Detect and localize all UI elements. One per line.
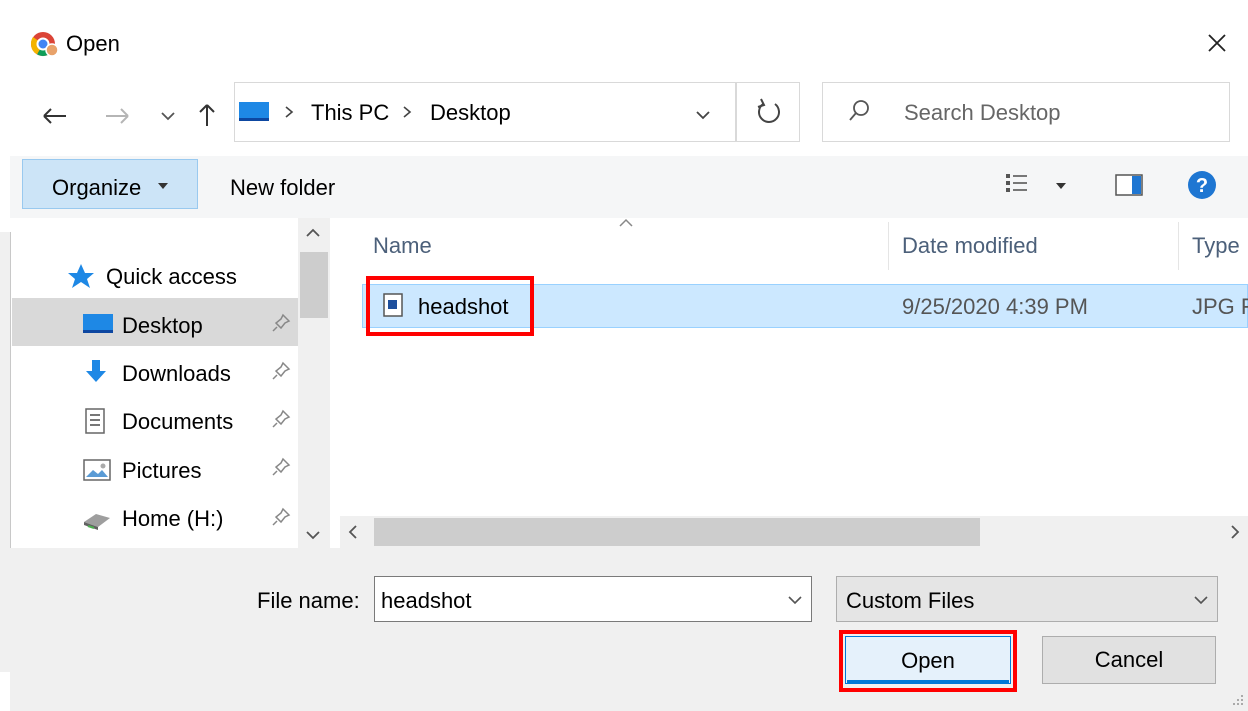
pin-icon[interactable] [270,408,292,430]
documents-icon [82,407,108,435]
pictures-icon [82,458,112,482]
scroll-right-icon[interactable] [1226,522,1244,542]
scroll-down-icon[interactable] [302,526,324,544]
refresh-icon [757,98,780,123]
column-header-date-modified[interactable]: Date modified [902,233,1038,259]
breadcrumb-separator-icon [400,102,414,122]
chevron-down-icon[interactable] [784,590,806,610]
file-type: JPG F [1192,294,1248,319]
cancel-button-label: Cancel [1094,647,1164,672]
quick-access-star-icon [66,262,96,290]
chevron-down-icon [161,112,175,121]
column-divider[interactable] [888,222,889,270]
new-folder-button[interactable]: New folder [230,175,335,201]
back-arrow-icon [43,108,66,124]
nav-item-downloads[interactable]: Downloads [122,361,231,387]
pin-icon[interactable] [270,312,292,334]
address-dropdown-button[interactable] [690,102,716,126]
recent-locations-button[interactable] [156,104,180,128]
drive-icon [80,508,114,532]
chrome-icon [30,29,60,59]
up-arrow-icon [199,104,215,126]
this-pc-icon [238,100,270,124]
search-icon [846,98,872,124]
pin-icon[interactable] [270,506,292,528]
preview-pane-icon [1115,174,1143,196]
resize-grip-icon[interactable] [1228,690,1246,708]
window-title: Open [66,31,120,56]
desktop-icon [82,312,114,336]
forward-arrow-icon [106,108,129,124]
chevron-down-icon [696,111,710,120]
organize-label: Organize [52,175,142,200]
help-button[interactable]: ? [1186,169,1218,201]
caret-down-icon [156,181,170,191]
column-header-type[interactable]: Type [1192,233,1248,259]
sort-ascending-icon [616,216,636,230]
up-button[interactable] [194,100,220,130]
file-type-value: Custom Files [846,588,975,613]
back-button[interactable] [38,102,72,130]
close-button[interactable] [1202,28,1232,58]
annotation-highlight-open [839,630,1017,692]
breadcrumb-this-pc[interactable]: This PC [311,100,389,126]
nav-item-home-drive[interactable]: Home (H:) [122,506,223,532]
title-bar [0,0,1248,84]
file-name-label: File name: [257,588,360,613]
breadcrumb-separator-icon [282,102,296,122]
forward-button[interactable] [100,102,134,130]
details-view-icon [1006,174,1066,192]
chevron-down-icon [1190,590,1212,610]
close-icon [1208,34,1226,52]
column-header-name[interactable]: Name [373,233,432,259]
scroll-up-icon[interactable] [302,224,324,242]
nav-scrollbar-thumb[interactable] [300,252,328,318]
nav-item-pictures[interactable]: Pictures [122,458,201,484]
change-view-button[interactable] [1004,170,1074,200]
help-icon: ? [1188,171,1216,199]
nav-item-desktop[interactable]: Desktop [122,313,203,339]
downloads-icon [82,358,110,386]
file-name-input[interactable]: headshot [381,588,472,614]
cancel-button[interactable]: Cancel [1042,636,1216,684]
svg-text:?: ? [1196,175,1208,197]
breadcrumb-desktop[interactable]: Desktop [430,100,511,126]
pin-icon[interactable] [270,360,292,382]
search-placeholder: Search Desktop [904,100,1061,125]
pin-icon[interactable] [270,456,292,478]
horizontal-scrollbar-thumb[interactable] [374,518,980,546]
dialog-footer [10,548,1248,711]
scroll-left-icon[interactable] [344,522,362,542]
column-divider[interactable] [1178,222,1179,270]
refresh-button[interactable] [736,82,800,142]
annotation-highlight-file [366,276,534,336]
preview-pane-button[interactable] [1114,172,1144,198]
nav-item-documents[interactable]: Documents [122,409,233,435]
file-date-modified: 9/25/2020 4:39 PM [902,294,1088,319]
nav-quick-access[interactable]: Quick access [106,264,237,290]
